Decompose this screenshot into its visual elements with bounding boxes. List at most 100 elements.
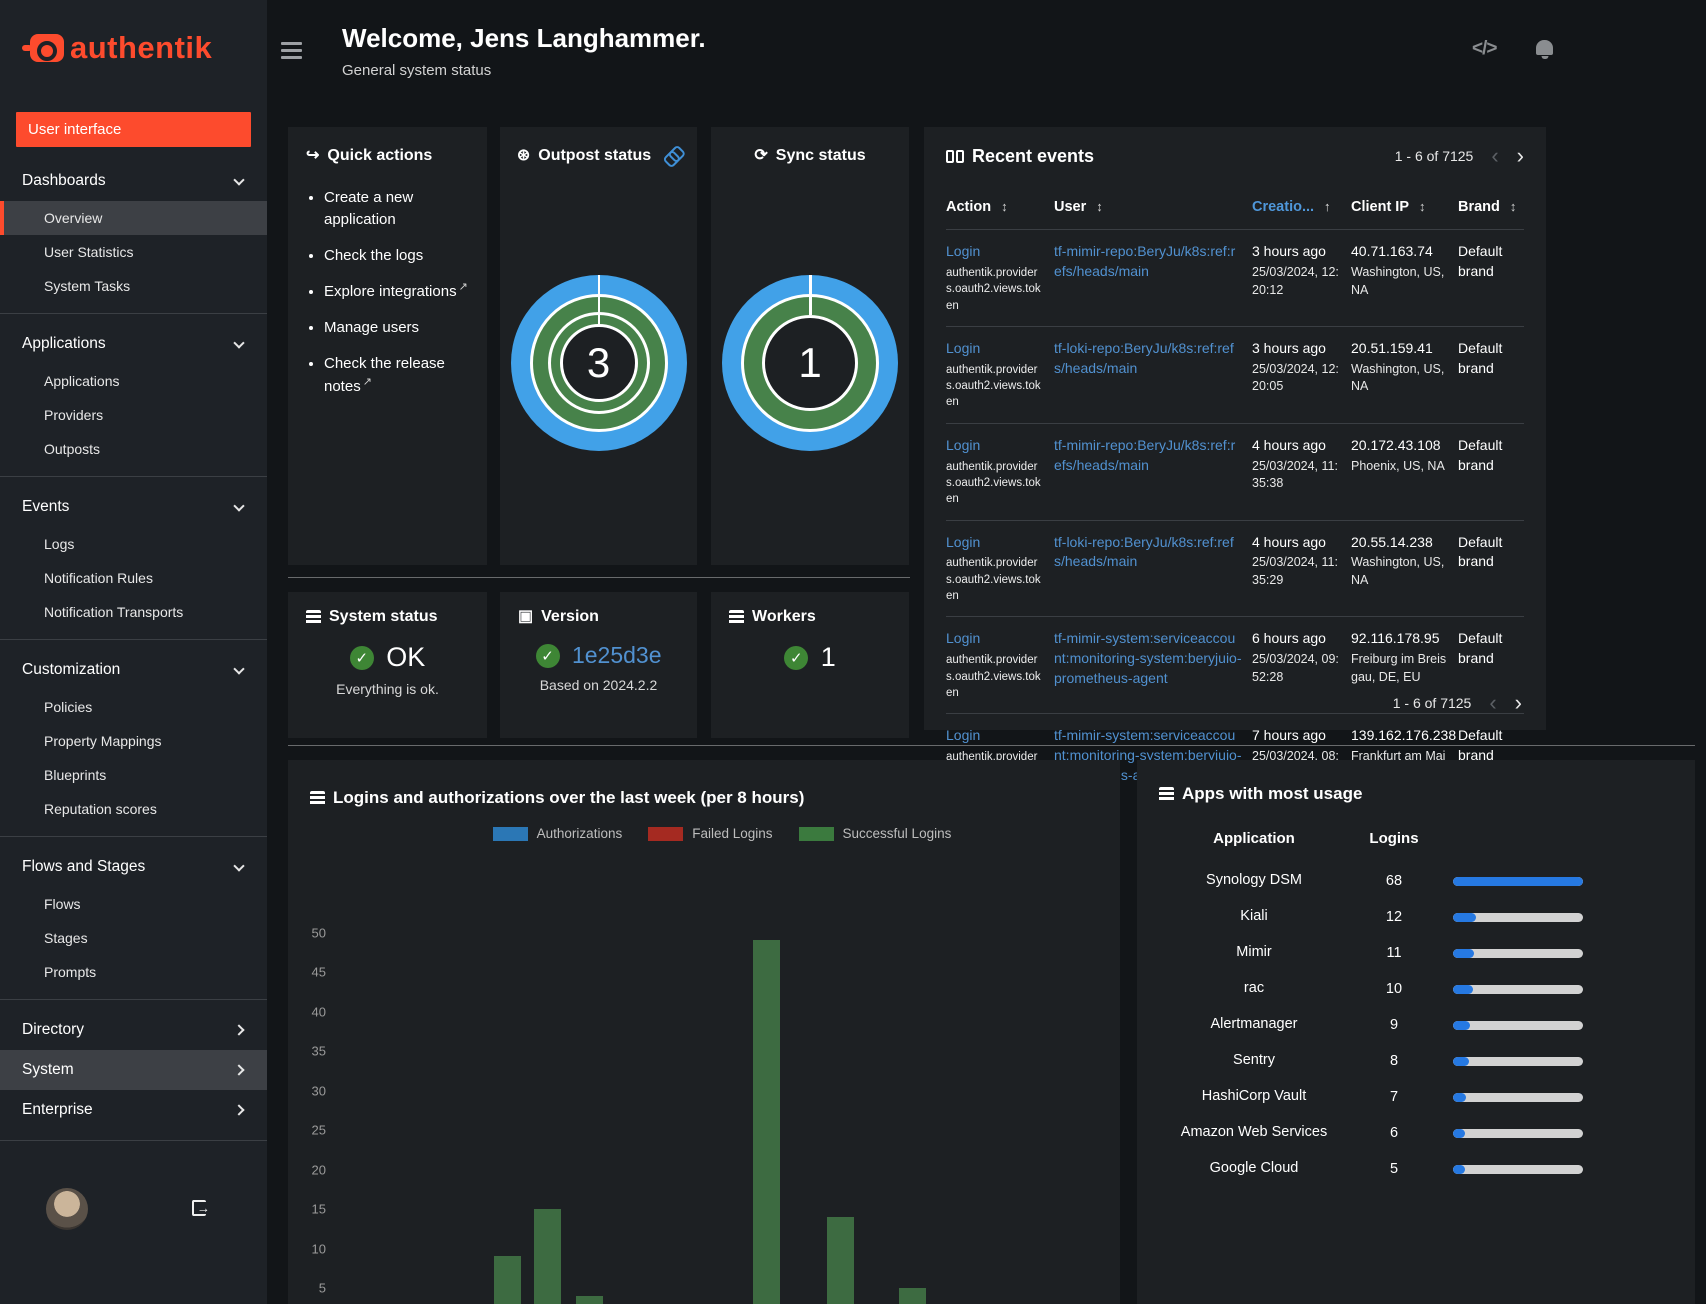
sidebar-footer — [0, 1144, 267, 1304]
sort-icon[interactable]: ↕ — [1001, 199, 1008, 214]
event-action-link[interactable]: Login — [946, 243, 980, 259]
nav-group-system[interactable]: System — [0, 1050, 267, 1090]
legend-item-successful-logins[interactable]: Successful Logins — [798, 826, 951, 841]
sort-up-icon[interactable]: ↑ — [1324, 199, 1331, 214]
events-pagination-top: 1 - 6 of 7125 ‹ › — [1395, 145, 1524, 167]
sidebar-item-policies[interactable]: Policies — [0, 690, 267, 724]
api-code-icon[interactable]: </> — [1472, 38, 1498, 60]
sidebar-item-flows[interactable]: Flows — [0, 887, 267, 921]
nav-divider — [0, 313, 267, 314]
authentik-admin-dashboard: { "colors": { "accent": "#fd4b2d", "link… — [0, 0, 1706, 1304]
event-created-cell: 3 hours ago 25/03/2024, 12:20:05 — [1252, 325, 1351, 423]
y-axis-tick: 15 — [311, 1201, 326, 1217]
outpost-count: 3 — [586, 339, 611, 386]
hamburger-menu-icon[interactable] — [281, 42, 302, 59]
quick-action-explore-integrations[interactable]: Explore integrations↗ — [324, 280, 469, 303]
sidebar-item-providers[interactable]: Providers — [0, 398, 267, 432]
notifications-bell-icon[interactable] — [1536, 40, 1553, 55]
authentik-logo-icon — [22, 34, 64, 62]
chart-bar[interactable] — [493, 1256, 521, 1304]
sort-icon[interactable]: ↕ — [1096, 199, 1103, 214]
y-axis-tick: 20 — [311, 1162, 326, 1177]
user-interface-button[interactable]: User interface — [16, 112, 251, 147]
sidebar-item-notification-transports[interactable]: Notification Transports — [0, 595, 267, 629]
pagination-next-icon[interactable]: › — [1515, 692, 1522, 714]
event-context: authentik.providers.oauth2.views.token — [946, 363, 1041, 409]
nav-group-dashboards[interactable]: Dashboards — [0, 161, 267, 201]
event-user-link[interactable]: tf-mimir-system:serviceaccount:monitorin… — [1054, 630, 1242, 686]
app-usage-bar-fill — [1453, 948, 1474, 958]
user-avatar[interactable] — [46, 1188, 88, 1230]
event-timestamp: 25/03/2024, 09:52:28 — [1252, 652, 1339, 685]
event-client-ip-cell: 20.51.159.41 Washington, US, NA — [1351, 325, 1458, 423]
chevron-right-icon — [233, 1104, 245, 1116]
event-action-cell: Login authentik.providers.oauth2.views.to… — [946, 229, 1054, 326]
event-user-link[interactable]: tf-mimir-repo:BeryJu/k8s:ref:refs/heads/… — [1054, 243, 1235, 279]
app-logins: 6 — [1389, 1125, 1399, 1141]
sidebar-item-logs[interactable]: Logs — [0, 527, 267, 561]
quick-action-create-a-new-application[interactable]: Create a new application — [324, 187, 469, 231]
sort-icon[interactable]: ↕ — [1510, 199, 1517, 214]
pagination-prev-icon[interactable]: ‹ — [1491, 145, 1498, 167]
recent-events-title: Recent events — [946, 146, 1094, 167]
event-user-link[interactable]: tf-mimir-repo:BeryJu/k8s:ref:refs/heads/… — [1054, 437, 1235, 473]
quick-action-label: Create a new application — [324, 189, 414, 228]
chart-bar[interactable] — [899, 1288, 927, 1304]
nav-group-customization[interactable]: Customization — [0, 650, 267, 690]
page-title: Welcome, Jens Langhammer. — [342, 23, 706, 53]
app-usage-bar — [1453, 948, 1583, 958]
sidebar-item-property-mappings[interactable]: Property Mappings — [0, 724, 267, 758]
pagination-next-icon[interactable]: › — [1517, 145, 1524, 167]
chart-bar[interactable] — [575, 1295, 603, 1304]
donut-spoke — [597, 275, 600, 324]
app-logins: 11 — [1386, 945, 1402, 961]
sidebar-item-system-tasks[interactable]: System Tasks — [0, 269, 267, 303]
nav-group-applications[interactable]: Applications — [0, 324, 267, 364]
quick-action-manage-users[interactable]: Manage users — [324, 317, 469, 339]
sidebar-item-overview[interactable]: Overview — [0, 201, 267, 235]
legend-item-failed-logins[interactable]: Failed Logins — [648, 826, 773, 841]
legend-item-authorizations[interactable]: Authorizations — [492, 826, 622, 841]
chart-bar[interactable] — [534, 1209, 562, 1304]
nav-group-flows-and-stages[interactable]: Flows and Stages — [0, 847, 267, 887]
events-column-user: User ↕ — [1054, 193, 1252, 229]
app-usage-bar — [1453, 876, 1583, 886]
pagination-label: 1 - 6 of 7125 — [1392, 695, 1472, 711]
sidebar-item-applications[interactable]: Applications — [0, 364, 267, 398]
chart-bar[interactable] — [753, 940, 781, 1304]
version-value-link[interactable]: 1e25d3e — [572, 642, 662, 668]
sidebar-item-notification-rules[interactable]: Notification Rules — [0, 561, 267, 595]
sidebar-item-reputation-scores[interactable]: Reputation scores — [0, 792, 267, 826]
nav-group-events[interactable]: Events — [0, 487, 267, 527]
sidebar-item-user-statistics[interactable]: User Statistics — [0, 235, 267, 269]
sidebar-item-stages[interactable]: Stages — [0, 921, 267, 955]
sync-status-donut: 1 — [722, 275, 898, 451]
nav-group-directory[interactable]: Directory — [0, 1010, 267, 1050]
event-action-link[interactable]: Login — [946, 630, 980, 646]
event-action-link[interactable]: Login — [946, 437, 980, 453]
quick-action-check-the-release-notes[interactable]: Check the release notes↗ — [324, 353, 469, 398]
event-action-link[interactable]: Login — [946, 340, 980, 356]
app-usage-bar-cell — [1439, 984, 1673, 994]
chart-bar[interactable] — [826, 1216, 854, 1304]
sidebar-item-prompts[interactable]: Prompts — [0, 955, 267, 989]
version-card: ▣ Version ✓ 1e25d3e Based on 2024.2.2 — [500, 592, 697, 738]
quick-action-check-the-logs[interactable]: Check the logs — [324, 245, 469, 267]
sidebar-item-outposts[interactable]: Outposts — [0, 432, 267, 466]
event-action-link[interactable]: Login — [946, 727, 980, 743]
nav-group-enterprise[interactable]: Enterprise — [0, 1090, 267, 1130]
sidebar: authentik User interface Dashboards Overv… — [0, 0, 267, 1304]
pagination-prev-icon[interactable]: ‹ — [1489, 692, 1496, 714]
column-label: Brand — [1458, 199, 1500, 215]
event-action-link[interactable]: Login — [946, 534, 980, 550]
app-name: Sentry — [1233, 1052, 1275, 1069]
y-axis-tick: 25 — [311, 1122, 326, 1138]
logout-icon[interactable] — [192, 1200, 206, 1216]
event-user-link[interactable]: tf-loki-repo:BeryJu/k8s:ref:refs/heads/m… — [1054, 534, 1234, 570]
sort-icon[interactable]: ↕ — [1419, 199, 1426, 214]
outpost-status-donut: 3 — [510, 275, 687, 451]
link-icon[interactable] — [662, 147, 680, 165]
quick-actions-title: ↪ Quick actions — [306, 147, 433, 164]
sidebar-item-blueprints[interactable]: Blueprints — [0, 758, 267, 792]
event-user-link[interactable]: tf-loki-repo:BeryJu/k8s:ref:refs/heads/m… — [1054, 340, 1234, 376]
